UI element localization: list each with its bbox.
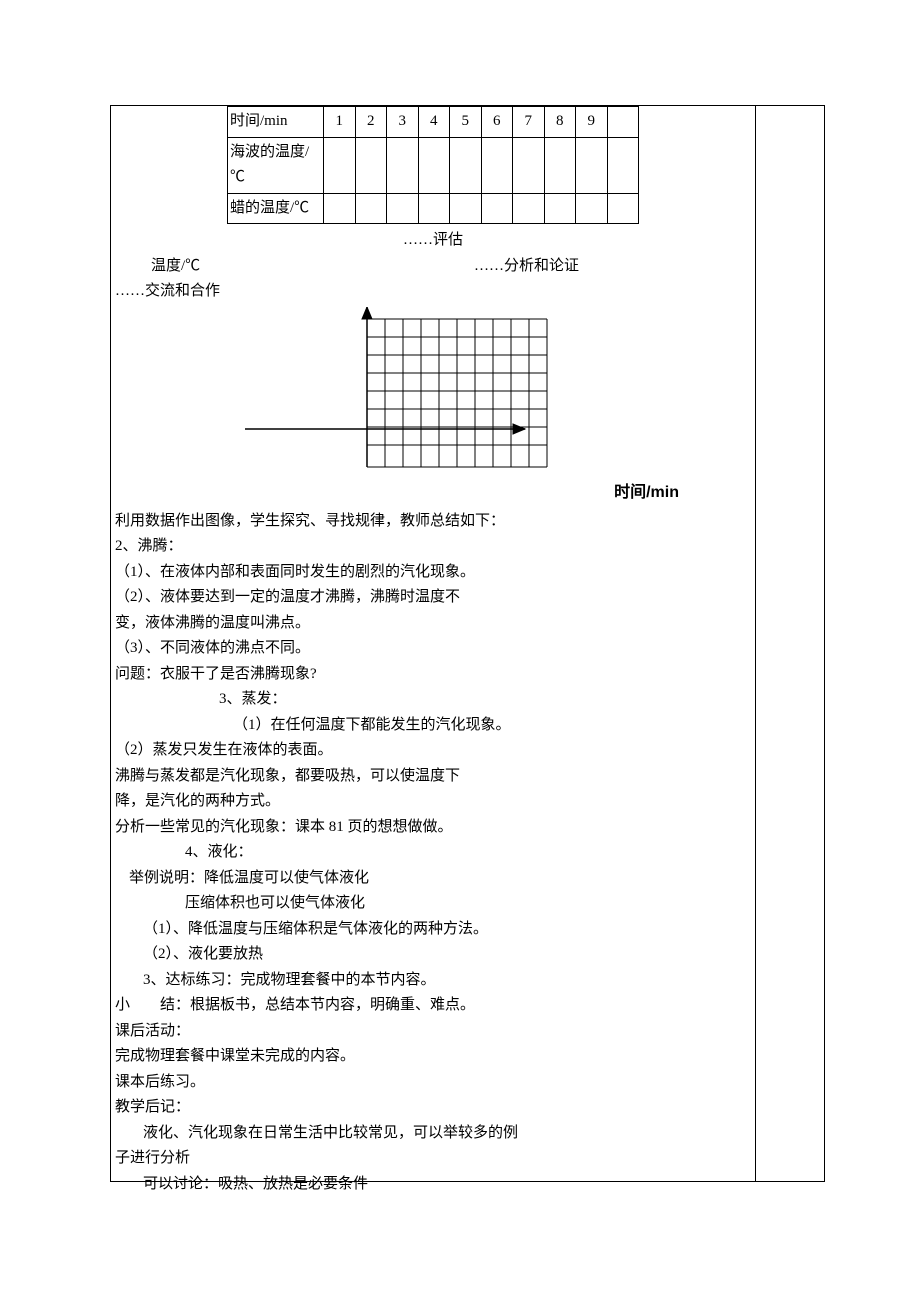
side-empty-cell — [756, 106, 824, 1181]
text-line: （2）、液化要放热 — [115, 942, 751, 968]
row-header-time: 时间/min — [228, 107, 324, 138]
col-7: 7 — [513, 107, 545, 138]
text-line: 降，是汽化的两种方式。 — [115, 789, 751, 815]
table-row: 蜡的温度/℃ — [228, 193, 639, 224]
label-row: 温度/℃ ……分析和论证 — [115, 254, 751, 280]
body-text: 利用数据作出图像，学生探究、寻找规律，教师总结如下： 2、沸腾： （1）、在液体… — [115, 509, 751, 1198]
text-line: 课本后练习。 — [115, 1070, 751, 1096]
text-line: （1）、在液体内部和表面同时发生的剧烈的汽化现象。 — [115, 560, 751, 586]
time-axis-label: 时间/min — [614, 479, 679, 506]
col-9: 9 — [576, 107, 608, 138]
text-line: 教学后记： — [115, 1095, 751, 1121]
col-6: 6 — [481, 107, 513, 138]
text-line: 压缩体积也可以使气体液化 — [115, 891, 751, 917]
text-line: 子进行分析 — [115, 1146, 751, 1172]
graph-grid-icon — [235, 307, 665, 482]
text-line: 3、蒸发： — [115, 687, 751, 713]
text-line: （1）、降低温度与压缩体积是气体液化的两种方法。 — [115, 917, 751, 943]
text-line: 利用数据作出图像，学生探究、寻找规律，教师总结如下： — [115, 509, 751, 535]
data-table: 时间/min 1 2 3 4 5 6 7 8 9 海波的温度/℃ — [227, 106, 639, 224]
table-row: 时间/min 1 2 3 4 5 6 7 8 9 — [228, 107, 639, 138]
page: 时间/min 1 2 3 4 5 6 7 8 9 海波的温度/℃ — [0, 0, 920, 1302]
col-3: 3 — [387, 107, 419, 138]
col-1: 1 — [324, 107, 356, 138]
outer-frame: 时间/min 1 2 3 4 5 6 7 8 9 海波的温度/℃ — [110, 105, 825, 1182]
col-4: 4 — [418, 107, 450, 138]
evaluate-line: ……评估 — [115, 228, 751, 254]
main-content-cell: 时间/min 1 2 3 4 5 6 7 8 9 海波的温度/℃ — [111, 106, 756, 1181]
row-header-wax: 蜡的温度/℃ — [228, 193, 324, 224]
col-empty — [607, 107, 639, 138]
text-line: （2）蒸发只发生在液体的表面。 — [115, 738, 751, 764]
text-line: 沸腾与蒸发都是汽化现象，都要吸热，可以使温度下 — [115, 764, 751, 790]
col-8: 8 — [544, 107, 576, 138]
text-line: （2）、液体要达到一定的温度才沸腾，沸腾时温度不 — [115, 585, 751, 611]
text-line: 问题：衣服干了是否沸腾现象? — [115, 662, 751, 688]
col-2: 2 — [355, 107, 387, 138]
analyze-line: ……分析和论证 — [474, 254, 751, 280]
graph-area: 时间/min — [115, 307, 751, 507]
text-line: 完成物理套餐中课堂未完成的内容。 — [115, 1044, 751, 1070]
coop-line: ……交流和合作 — [115, 279, 751, 305]
text-line: 小 结：根据板书，总结本节内容，明确重、难点。 — [115, 993, 751, 1019]
text-line: 分析一些常见的汽化现象：课本 81 页的想想做做。 — [115, 815, 751, 841]
text-line: 变，液体沸腾的温度叫沸点。 — [115, 611, 751, 637]
row-header-haibo: 海波的温度/℃ — [228, 137, 324, 193]
text-line: 课后活动： — [115, 1019, 751, 1045]
text-line: （1）在任何温度下都能发生的汽化现象。 — [115, 713, 751, 739]
temp-axis-label: 温度/℃ — [115, 254, 200, 280]
text-line: 3、达标练习：完成物理套餐中的本节内容。 — [115, 968, 751, 994]
text-line: 液化、汽化现象在日常生活中比较常见，可以举较多的例 — [115, 1121, 751, 1147]
table-row: 海波的温度/℃ — [228, 137, 639, 193]
text-line: 举例说明：降低温度可以使气体液化 — [115, 866, 751, 892]
text-line: 2、沸腾： — [115, 534, 751, 560]
col-5: 5 — [450, 107, 482, 138]
text-line: 可以讨论：吸热、放热是必要条件 — [115, 1172, 751, 1198]
text-line: 4、液化： — [115, 840, 751, 866]
text-line: （3）、不同液体的沸点不同。 — [115, 636, 751, 662]
